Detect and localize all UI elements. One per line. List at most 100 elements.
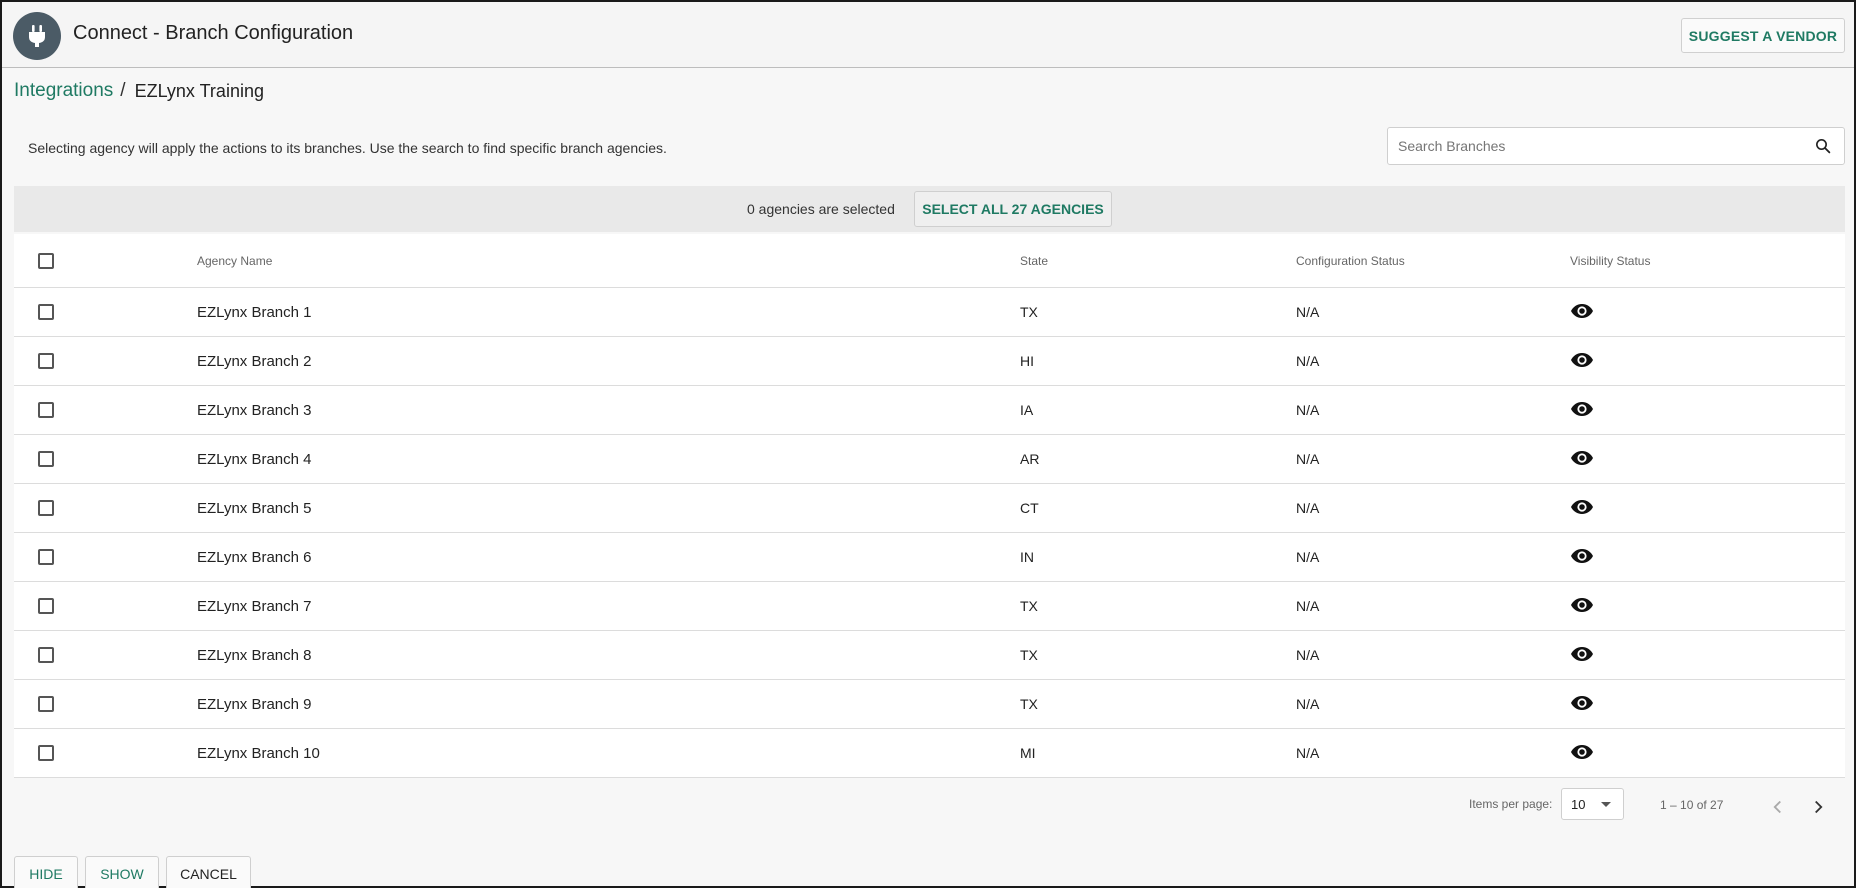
row-checkbox-cell [38, 680, 54, 728]
row-checkbox[interactable] [38, 353, 54, 369]
agency-name-cell: EZLynx Branch 2 [197, 352, 312, 370]
table-body: EZLynx Branch 1 TX N/A EZLynx Branch 2 HI N/A… [14, 288, 1845, 778]
show-button[interactable]: SHOW [85, 856, 159, 888]
table-row: EZLynx Branch 2 HI N/A [14, 337, 1845, 386]
row-checkbox-cell [38, 729, 54, 777]
row-checkbox-cell [38, 631, 54, 679]
next-page-icon[interactable] [1807, 796, 1829, 818]
row-checkbox[interactable] [38, 402, 54, 418]
state-cell: TX [1020, 598, 1038, 614]
row-checkbox[interactable] [38, 304, 54, 320]
previous-page-icon[interactable] [1767, 796, 1789, 818]
row-checkbox-cell [38, 288, 54, 336]
row-checkbox-cell [38, 435, 54, 483]
cancel-button[interactable]: CANCEL [166, 856, 251, 888]
items-per-page-label: Items per page: [1469, 797, 1553, 811]
agency-name-cell: EZLynx Branch 10 [197, 744, 320, 762]
visibility-status-cell [1570, 582, 1594, 630]
row-checkbox-cell [38, 386, 54, 434]
state-cell: TX [1020, 696, 1038, 712]
state-cell: CT [1020, 500, 1039, 516]
row-checkbox[interactable] [38, 696, 54, 712]
eye-icon[interactable] [1570, 593, 1594, 620]
table-row: EZLynx Branch 4 AR N/A [14, 435, 1845, 484]
agency-table: Agency Name State Configuration Status V… [14, 234, 1845, 778]
breadcrumb-integrations-link[interactable]: Integrations [14, 80, 113, 102]
row-checkbox-cell [38, 337, 54, 385]
visibility-status-cell [1570, 288, 1594, 336]
configuration-status-cell: N/A [1296, 353, 1320, 369]
agency-name-cell: EZLynx Branch 1 [197, 303, 312, 321]
items-per-page-select[interactable]: 10 [1561, 788, 1624, 820]
state-cell: AR [1020, 451, 1040, 467]
eye-icon[interactable] [1570, 691, 1594, 718]
row-checkbox[interactable] [38, 451, 54, 467]
eye-icon[interactable] [1570, 544, 1594, 571]
visibility-status-cell [1570, 631, 1594, 679]
visibility-status-cell [1570, 337, 1594, 385]
table-row: EZLynx Branch 7 TX N/A [14, 582, 1845, 631]
eye-icon[interactable] [1570, 397, 1594, 424]
state-cell: HI [1020, 353, 1034, 369]
breadcrumb-current: EZLynx Training [134, 80, 264, 101]
eye-icon[interactable] [1570, 348, 1594, 375]
agency-name-cell: EZLynx Branch 9 [197, 695, 312, 713]
items-per-page-value: 10 [1571, 797, 1586, 812]
table-header-row: Agency Name State Configuration Status V… [14, 234, 1845, 288]
visibility-status-cell [1570, 680, 1594, 728]
search-icon[interactable] [1814, 137, 1832, 155]
hide-button[interactable]: HIDE [14, 856, 78, 888]
select-all-checkbox[interactable] [38, 252, 54, 269]
column-header-agency-name[interactable]: Agency Name [197, 234, 272, 287]
configuration-status-cell: N/A [1296, 745, 1320, 761]
state-cell: TX [1020, 304, 1038, 320]
selection-bar: 0 agencies are selected SELECT ALL 27 AG… [14, 186, 1845, 232]
search-input[interactable] [1388, 128, 1798, 164]
agency-name-cell: EZLynx Branch 4 [197, 450, 312, 468]
select-all-button[interactable]: SELECT ALL 27 AGENCIES [914, 191, 1112, 227]
app-window: Connect - Branch Configuration SUGGEST A… [0, 0, 1856, 888]
configuration-status-cell: N/A [1296, 696, 1320, 712]
row-checkbox[interactable] [38, 500, 54, 516]
row-checkbox-cell [38, 582, 54, 630]
app-header: Connect - Branch Configuration SUGGEST A… [2, 2, 1854, 68]
agency-name-cell: EZLynx Branch 3 [197, 401, 312, 419]
eye-icon[interactable] [1570, 642, 1594, 669]
search-field[interactable] [1387, 127, 1845, 165]
agency-name-cell: EZLynx Branch 7 [197, 597, 312, 615]
configuration-status-cell: N/A [1296, 549, 1320, 565]
configuration-status-cell: N/A [1296, 402, 1320, 418]
instruction-text: Selecting agency will apply the actions … [28, 140, 667, 156]
eye-icon[interactable] [1570, 446, 1594, 473]
column-header-visibility-status[interactable]: Visibility Status [1570, 234, 1650, 287]
state-cell: TX [1020, 647, 1038, 663]
table-row: EZLynx Branch 9 TX N/A [14, 680, 1845, 729]
table-row: EZLynx Branch 6 IN N/A [14, 533, 1845, 582]
visibility-status-cell [1570, 484, 1594, 532]
eye-icon[interactable] [1570, 740, 1594, 767]
row-checkbox[interactable] [38, 598, 54, 614]
dropdown-arrow-icon [1601, 802, 1611, 807]
row-checkbox-cell [38, 484, 54, 532]
configuration-status-cell: N/A [1296, 451, 1320, 467]
column-header-state[interactable]: State [1020, 234, 1048, 287]
agency-name-cell: EZLynx Branch 5 [197, 499, 312, 517]
breadcrumb: Integrations / EZLynx Training [14, 80, 264, 102]
agency-name-cell: EZLynx Branch 6 [197, 548, 312, 566]
agency-name-cell: EZLynx Branch 8 [197, 646, 312, 664]
eye-icon[interactable] [1570, 495, 1594, 522]
row-checkbox-cell [38, 533, 54, 581]
row-checkbox[interactable] [38, 745, 54, 761]
eye-icon[interactable] [1570, 299, 1594, 326]
configuration-status-cell: N/A [1296, 647, 1320, 663]
table-row: EZLynx Branch 1 TX N/A [14, 288, 1845, 337]
table-row: EZLynx Branch 5 CT N/A [14, 484, 1845, 533]
row-checkbox[interactable] [38, 549, 54, 565]
table-row: EZLynx Branch 10 MI N/A [14, 729, 1845, 778]
suggest-vendor-button[interactable]: SUGGEST A VENDOR [1681, 18, 1845, 53]
row-checkbox[interactable] [38, 647, 54, 663]
header-checkbox-cell [38, 234, 54, 287]
selected-count: 0 agencies are selected [747, 201, 895, 217]
state-cell: IA [1020, 402, 1034, 418]
column-header-configuration-status[interactable]: Configuration Status [1296, 234, 1405, 287]
